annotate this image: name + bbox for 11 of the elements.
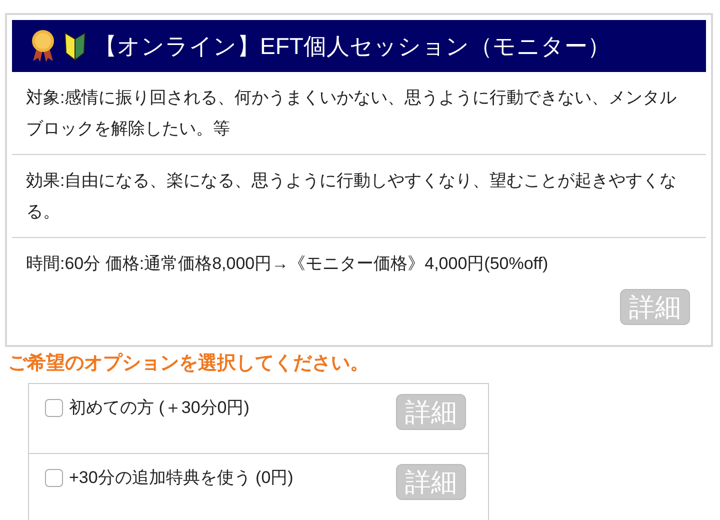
- header-title: 【オンライン】EFT個人セッション（モニター）: [94, 32, 610, 61]
- option-checkbox[interactable]: [45, 468, 63, 486]
- option-label: 初めての方 (＋30分0円): [69, 396, 250, 418]
- option-label: +30分の追加特典を使う (0円): [69, 466, 294, 488]
- info-text: 効果:自由になる、楽になる、思うように行動しやすくなり、望むことが起きやすくなる。: [26, 170, 678, 223]
- medal-icon: [30, 29, 56, 63]
- options-heading: ご希望のオプションを選択してください。: [8, 352, 370, 376]
- info-text: 対象:感情に振り回される、何かうまくいかない、思うように行動できない、メンタルブロックを解除したい。等: [26, 87, 678, 140]
- leaf-icon: [64, 31, 86, 61]
- option-checkbox[interactable]: [45, 398, 63, 416]
- info-text: 時間:60分 価格:通常価格8,000円→《モニター価格》4,000円(50%off): [26, 253, 550, 275]
